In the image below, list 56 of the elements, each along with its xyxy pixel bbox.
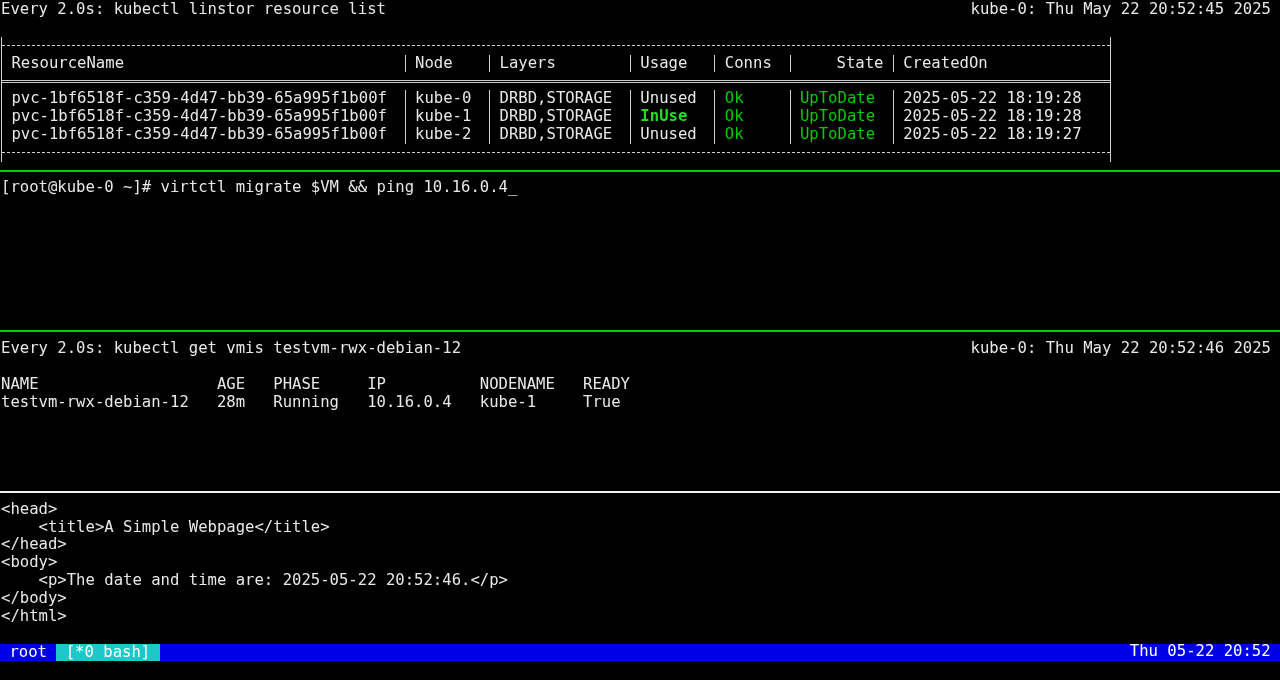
output-line: <body> bbox=[1, 553, 58, 572]
column-header: Conns bbox=[715, 54, 791, 73]
table-cell-text: kube-1 bbox=[479, 393, 538, 412]
cursor: _ bbox=[507, 178, 518, 197]
table-cell-text: 2025-05-22 18:19:28 bbox=[902, 108, 1083, 126]
table-cell-text: True bbox=[583, 393, 622, 412]
table-cell: InUse bbox=[631, 108, 716, 126]
table-cell-text: 2025-05-22 18:19:28 bbox=[902, 90, 1083, 109]
session-name: root bbox=[8, 643, 48, 661]
column-header: Node bbox=[405, 54, 491, 73]
table-cell: pvc-1bf6518f-c359-4d47-bb39-65a995f1b00f bbox=[2, 125, 406, 144]
watch-command: Every 2.0s: kubectl linstor resource list bbox=[1, 1, 386, 19]
table-cell: DRBD,STORAGE bbox=[490, 108, 631, 126]
table-cell: Ok bbox=[715, 90, 791, 109]
host-time: kube-0: Thu May 22 20:52:46 2025 bbox=[970, 340, 1271, 358]
table-cell: DRBD,STORAGE bbox=[490, 125, 631, 144]
table-cell: DRBD,STORAGE bbox=[490, 90, 631, 109]
table-cell: Unused bbox=[631, 90, 716, 109]
host-time: kube-0: Thu May 22 20:52:45 2025 bbox=[970, 1, 1271, 19]
output-line: </html> bbox=[1, 606, 67, 625]
table-cell: kube-0 bbox=[405, 90, 491, 109]
command-input[interactable]: virtctl migrate $VM && ping 10.16.0.4 bbox=[160, 178, 508, 197]
table-cell: Unused bbox=[631, 125, 716, 144]
table-cell: kube-2 bbox=[405, 125, 491, 144]
table-cell: UpToDate bbox=[790, 125, 894, 144]
output-line: </body> bbox=[1, 589, 67, 607]
table-cell: Ok bbox=[715, 108, 791, 126]
column-header: NAME bbox=[1, 375, 40, 394]
column-header: NODENAME bbox=[479, 375, 556, 394]
column-header: CreatedOn bbox=[902, 54, 989, 73]
table-cell: Ok bbox=[715, 125, 791, 144]
column-header: Layers bbox=[490, 54, 631, 73]
column-header: ResourceName bbox=[2, 54, 406, 73]
table-cell: pvc-1bf6518f-c359-4d47-bb39-65a995f1b00f bbox=[2, 90, 406, 109]
output-line: <title>A Simple Webpage</title> bbox=[37, 517, 330, 536]
table-cell: pvc-1bf6518f-c359-4d47-bb39-65a995f1b00f bbox=[2, 108, 406, 126]
output-line: <p>The date and time are: 2025-05-22 20:52:46.</p> bbox=[37, 571, 508, 590]
status-clock: Thu 05-22 20:52 bbox=[1129, 643, 1272, 661]
shell-prompt: [root@kube-0 ~]# bbox=[1, 178, 152, 197]
column-header: PHASE bbox=[273, 375, 322, 394]
table-cell-text: Running bbox=[273, 393, 340, 412]
table-cell: kube-1 bbox=[405, 108, 491, 126]
table-cell-text: 2025-05-22 18:19:27 bbox=[902, 125, 1083, 144]
watch-command: Every 2.0s: kubectl get vmis testvm-rwx-debian-12 bbox=[1, 340, 462, 358]
column-header: IP bbox=[367, 375, 387, 394]
table-cell-text: testvm-rwx-debian-12 bbox=[1, 393, 190, 412]
column-header: State bbox=[790, 54, 894, 73]
output-line: </head> bbox=[1, 535, 67, 554]
table-cell: UpToDate bbox=[790, 90, 894, 109]
column-header: Usage bbox=[631, 54, 716, 73]
output-line: <head> bbox=[1, 499, 58, 518]
column-header: AGE bbox=[216, 375, 247, 394]
table-cell-text: 28m bbox=[216, 393, 247, 412]
table-cell: UpToDate bbox=[790, 108, 894, 126]
column-header: READY bbox=[583, 375, 631, 394]
table-cell-text: 10.16.0.4 bbox=[367, 393, 453, 412]
